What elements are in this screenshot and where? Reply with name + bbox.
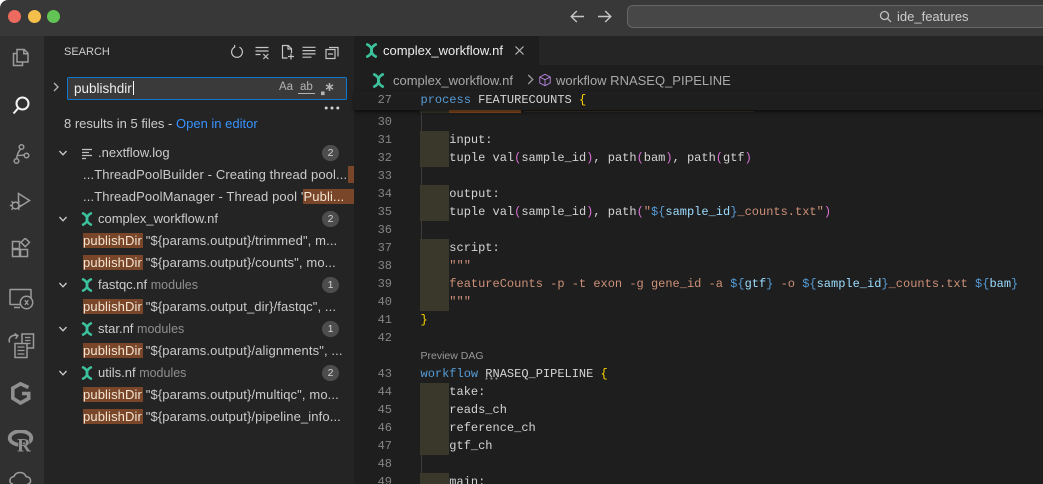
svg-text:R: R <box>17 436 31 455</box>
